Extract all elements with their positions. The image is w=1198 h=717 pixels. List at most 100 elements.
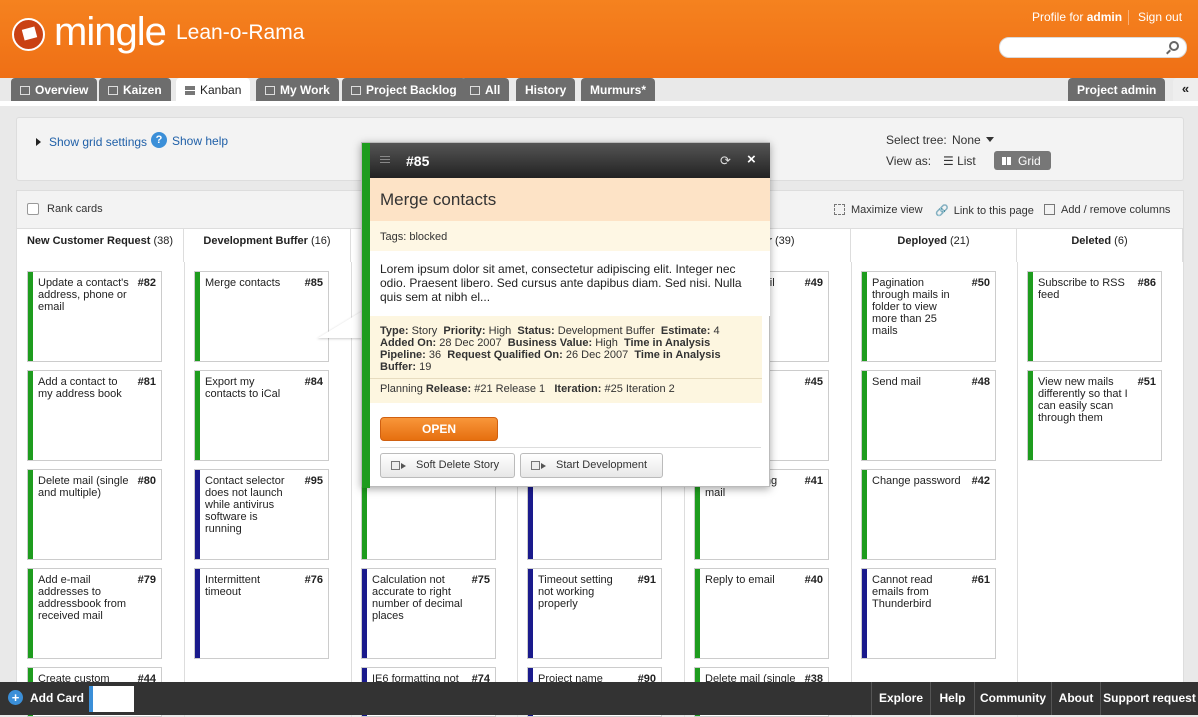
kanban-card[interactable]: Calculation not accurate to right number…: [361, 568, 496, 659]
tab-label: Kanban: [200, 83, 242, 97]
card-color-bar: [695, 569, 700, 658]
soft-delete-button[interactable]: Soft Delete Story: [380, 453, 515, 478]
tab-overview[interactable]: Overview: [11, 78, 98, 101]
plus-icon: +: [8, 690, 23, 705]
view-list-button[interactable]: ☰ List: [943, 154, 976, 168]
card-color-bar: [28, 569, 33, 658]
tab-murmurs[interactable]: Murmurs*: [581, 78, 656, 101]
project-name[interactable]: Lean-o-Rama: [176, 21, 304, 45]
card-color-bar: [362, 569, 367, 658]
card-title: Intermittent timeout: [205, 574, 261, 598]
rank-cards-checkbox[interactable]: [27, 203, 39, 215]
card-title: Send mail: [872, 376, 921, 388]
iteration-link[interactable]: #25 Iteration 2: [604, 383, 674, 395]
prop-label: Priority:: [443, 325, 486, 337]
card-color-bar: [195, 470, 200, 559]
columns-icon: [1044, 204, 1055, 215]
tab-my-work[interactable]: My Work: [256, 78, 339, 101]
mingle-logo-icon[interactable]: [12, 18, 45, 51]
kanban-card[interactable]: Intermittent timeout #76: [194, 568, 329, 659]
prop-label: Time in Analysis: [634, 349, 721, 361]
open-card-button[interactable]: OPEN: [380, 417, 498, 441]
signout-link[interactable]: Sign out: [1138, 10, 1182, 24]
kanban-card[interactable]: View new mails differently so that I can…: [1027, 370, 1162, 461]
prop-value: 4: [713, 325, 720, 337]
app-logo-text[interactable]: mingle: [54, 10, 167, 55]
maximize-view-button[interactable]: Maximize view: [834, 204, 923, 216]
show-grid-settings-link[interactable]: Show grid settings: [36, 135, 147, 149]
card-number: #91: [637, 574, 656, 586]
card-title: View new mails differently so that I can…: [1038, 376, 1128, 424]
card-title: Calculation not accurate to right number…: [372, 574, 463, 622]
collapse-icon[interactable]: «: [1173, 78, 1198, 101]
kanban-card[interactable]: Contact selector does not launch while a…: [194, 469, 329, 560]
app-header: mingle Lean-o-Rama Profile for admin Sig…: [0, 0, 1198, 78]
kanban-card[interactable]: Send mail #48: [861, 370, 996, 461]
kanban-card[interactable]: Add a contact to my address book #81: [27, 370, 162, 461]
kanban-card[interactable]: Subscribe to RSS feed #86: [1027, 271, 1162, 362]
kanban-card[interactable]: Add e-mail addresses to addressbook from…: [27, 568, 162, 659]
column-header[interactable]: Deleted (6): [1017, 229, 1183, 262]
card-number: #84: [304, 376, 323, 388]
column-name: Development Buffer: [203, 235, 308, 247]
close-icon[interactable]: ×: [747, 151, 756, 168]
footer-explore-link[interactable]: Explore: [871, 682, 930, 715]
tab-label: Murmurs*: [590, 83, 647, 97]
column-header[interactable]: Deployed (21): [851, 229, 1017, 262]
footer-community-link[interactable]: Community: [974, 682, 1051, 715]
add-remove-columns-button[interactable]: Add / remove columns: [1044, 204, 1170, 216]
card-title: Add e-mail addresses to addressbook from…: [38, 574, 127, 622]
drag-handle-icon[interactable]: [380, 156, 390, 163]
kanban-card[interactable]: Change password #42: [861, 469, 996, 560]
search-input[interactable]: [999, 37, 1187, 58]
kanban-card[interactable]: Export my contacts to iCal #84: [194, 370, 329, 461]
card-number: #42: [971, 475, 990, 487]
card-title: Reply to email: [705, 574, 775, 586]
show-help-link[interactable]: Show help: [172, 134, 228, 148]
column-divider: [851, 262, 852, 717]
column-header[interactable]: Development Buffer (16): [184, 229, 351, 262]
release-link[interactable]: #21 Release 1: [474, 383, 545, 395]
link-to-page-button[interactable]: 🔗 Link to this page: [935, 204, 1034, 217]
card-color-bar: [1028, 272, 1033, 361]
rank-cards-label: Rank cards: [47, 203, 103, 215]
tab-kanban[interactable]: Kanban: [176, 78, 251, 102]
kanban-card[interactable]: Delete mail (single and multiple) #80: [27, 469, 162, 560]
prop-label: Release:: [425, 383, 472, 395]
tab-label: Kaizen: [123, 83, 162, 97]
card-number: #41: [804, 475, 823, 487]
footer-support-link[interactable]: Support request: [1100, 682, 1198, 715]
card-number: #48: [971, 376, 990, 388]
tab-kaizen[interactable]: Kaizen: [99, 78, 171, 101]
kanban-card[interactable]: Merge contacts #85: [194, 271, 329, 362]
footer-help-link[interactable]: Help: [930, 682, 974, 715]
page-icon: [108, 86, 118, 95]
select-tree-label: Select tree:: [886, 133, 947, 147]
profile-link[interactable]: Profile for admin: [1032, 10, 1122, 24]
add-card-button[interactable]: + Add Card: [8, 690, 84, 705]
tab-all[interactable]: All: [461, 78, 510, 101]
tab-history[interactable]: History: [516, 78, 576, 101]
kanban-card[interactable]: Reply to email #40: [694, 568, 829, 659]
column-header[interactable]: New Customer Request (38): [17, 229, 184, 262]
add-card-input[interactable]: [89, 686, 134, 712]
tab-project-backlog[interactable]: Project Backlog: [342, 78, 466, 101]
footer-bar: + Add Card Explore Help Community About S…: [0, 682, 1198, 715]
kanban-card[interactable]: Pagination through mails in folder to vi…: [861, 271, 996, 362]
popup-pointer: [318, 310, 364, 338]
view-grid-button[interactable]: Grid: [994, 151, 1051, 170]
profile-user: admin: [1086, 10, 1123, 24]
refresh-icon[interactable]: ⟳: [720, 153, 731, 169]
kanban-card[interactable]: Update a contact's address, phone or ema…: [27, 271, 162, 362]
select-tree-dropdown[interactable]: None: [952, 133, 994, 147]
kanban-card[interactable]: Cannot read emails from Thunderbird #61: [861, 568, 996, 659]
kanban-card[interactable]: Timeout setting not working properly #91: [527, 568, 662, 659]
prop-label: Iteration:: [554, 383, 602, 395]
prop-label: Business Value:: [507, 337, 593, 349]
start-development-button[interactable]: Start Development: [520, 453, 663, 478]
project-admin-tab[interactable]: Project admin: [1068, 78, 1166, 101]
help-icon[interactable]: ?: [151, 132, 167, 148]
search-icon[interactable]: [1169, 41, 1179, 51]
footer-about-link[interactable]: About: [1051, 682, 1100, 715]
prop-value: Story: [411, 325, 438, 337]
